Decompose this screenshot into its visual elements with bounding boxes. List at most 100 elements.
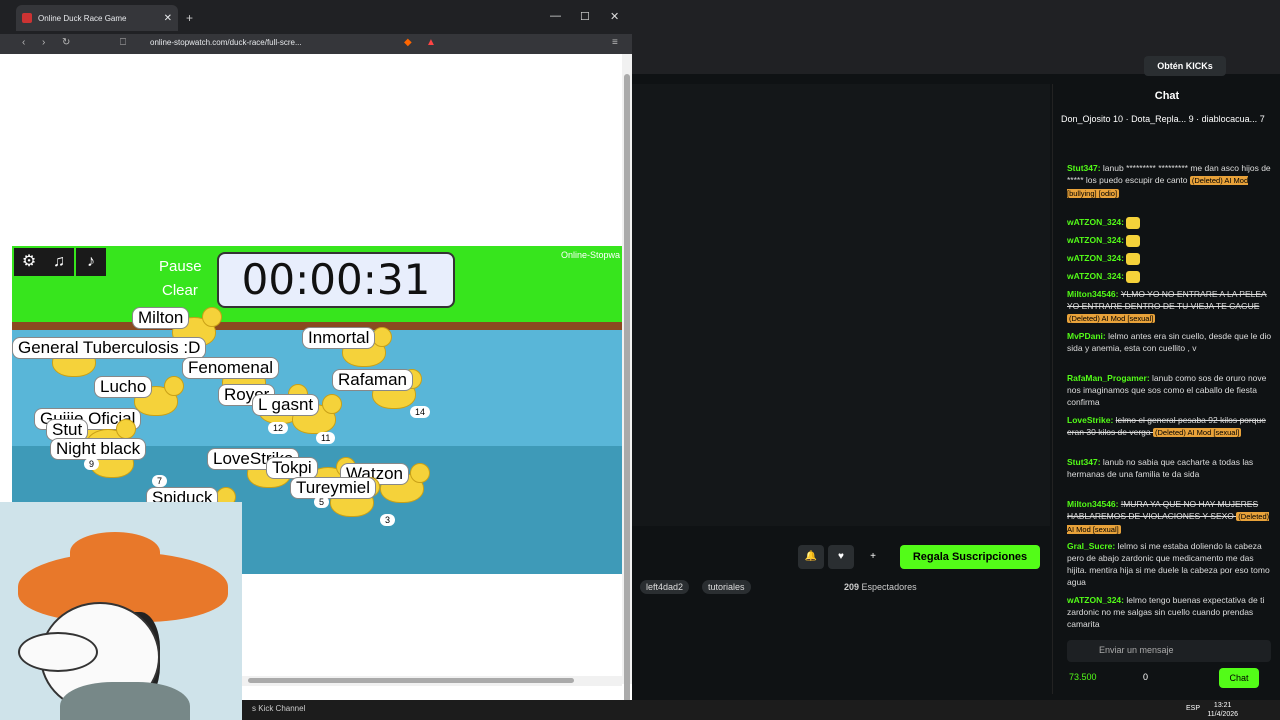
- cat-emote-icon: [1126, 216, 1141, 229]
- chat-username[interactable]: LoveStrike:: [1067, 415, 1116, 425]
- chat-username[interactable]: MvPDani:: [1067, 331, 1108, 341]
- chat-username[interactable]: wATZON_324:: [1067, 235, 1126, 245]
- racer-name: Milton: [132, 307, 190, 329]
- sound-icon[interactable]: ♪: [76, 248, 106, 276]
- close-window-icon[interactable]: ✕: [610, 10, 619, 23]
- chat-message: MvPDani: lelmo antes era sin cuello, des…: [1067, 330, 1273, 354]
- chat-username[interactable]: wATZON_324:: [1067, 271, 1126, 281]
- racer-name: General Tuberculosis :D: [12, 337, 207, 359]
- clock: 13:21 11/4/2026: [1207, 701, 1238, 719]
- chat-username[interactable]: Stut347:: [1067, 163, 1103, 173]
- duck-number: 11: [316, 432, 336, 444]
- rewards-icon[interactable]: ▲: [426, 37, 436, 48]
- viewer-label: Espectadores: [861, 582, 917, 592]
- pause-button[interactable]: Pause: [159, 258, 202, 275]
- h-scroll-thumb[interactable]: [248, 678, 574, 683]
- tag-tutoriales[interactable]: tutoriales: [702, 580, 751, 594]
- taskbar: s Kick Channel ESP 13:21 11/4/2026: [242, 700, 1280, 720]
- chat-message: Gral_Sucre: lelmo si me estaba doliendo …: [1067, 540, 1273, 588]
- tab-bar: Online Duck Race Game ✕ + — ☐ ✕: [0, 0, 632, 34]
- brand-label: Online-Stopwa: [560, 250, 620, 260]
- url-field[interactable]: online-stopwatch.com/duck-race/full-scre…: [150, 38, 302, 47]
- close-tab-icon[interactable]: ✕: [164, 13, 172, 24]
- vertical-scrollbar[interactable]: [622, 54, 632, 714]
- racer-name: Tokpi: [266, 457, 318, 479]
- nested-stream-view: [632, 84, 1050, 526]
- tag-left4dad2[interactable]: left4dad2: [640, 580, 690, 594]
- horizontal-scrollbar[interactable]: [242, 676, 622, 686]
- chat-message: wATZON_324:: [1067, 270, 1273, 283]
- settings-icon[interactable]: ⚙: [14, 248, 44, 276]
- chat-panel: Chat Don_Ojosito 10 · Dota_Repla... 9 · …: [1052, 84, 1280, 694]
- chat-username[interactable]: Gral_Sucre:: [1067, 541, 1118, 551]
- clock-time: 13:21: [1213, 702, 1232, 709]
- chat-send-button[interactable]: Chat: [1219, 668, 1259, 688]
- music-icon[interactable]: ♫: [44, 248, 74, 276]
- webcam-overlay: [0, 502, 242, 720]
- cat-emote-icon: [1126, 270, 1141, 283]
- chat-username[interactable]: wATZON_324:: [1067, 217, 1126, 227]
- bookmark-icon[interactable]: ⎕: [120, 37, 126, 48]
- new-tab-icon[interactable]: +: [186, 11, 193, 25]
- duck-head: [410, 463, 430, 483]
- racer-name: Night black: [50, 438, 147, 460]
- notify-icon[interactable]: 🔔: [798, 545, 824, 569]
- chat-message: Milton34546: !MURA YA QUE NO HAY MUJERES…: [1067, 498, 1273, 536]
- duck-head: [164, 376, 184, 396]
- chat-message: wATZON_324:: [1067, 216, 1273, 229]
- heart-icon[interactable]: ♥: [828, 545, 854, 569]
- race-timer: 00:00:31: [217, 252, 455, 308]
- chat-username[interactable]: Stut347:: [1067, 457, 1103, 467]
- minimize-icon[interactable]: —: [550, 10, 561, 22]
- duck-number: 9: [84, 458, 100, 470]
- duck-number: 7: [152, 475, 168, 487]
- duck-head: [322, 394, 342, 414]
- kicks-balance: 73.500: [1069, 672, 1097, 682]
- gifter-1: Don_Ojosito: [1061, 114, 1111, 124]
- points-count: 0: [1143, 672, 1149, 682]
- chat-message: wATZON_324: lelmo tengo buenas expectati…: [1067, 594, 1273, 630]
- maximize-icon[interactable]: ☐: [580, 10, 590, 23]
- cat-emote-icon: [1126, 234, 1141, 247]
- racer-name: Rafaman: [332, 369, 413, 391]
- plus-icon[interactable]: +: [860, 545, 886, 569]
- chat-title: Chat: [1154, 90, 1180, 102]
- chat-message: LoveStrike: lelmo el general pesaba 92 k…: [1067, 414, 1273, 439]
- scroll-thumb[interactable]: [624, 74, 630, 714]
- viewer-count: 209 Espectadores: [844, 582, 917, 592]
- chat-username[interactable]: wATZON_324:: [1067, 253, 1126, 263]
- kick-stream-panel: Obtén KICKs 🔔 ♥ + Regala Suscripciones 2…: [632, 0, 1280, 720]
- gifter-2: Dota_Repla...: [1131, 114, 1187, 124]
- favicon-icon: [22, 13, 32, 23]
- gifter-3: diablocacua...: [1201, 114, 1258, 124]
- chat-message: wATZON_324:: [1067, 234, 1273, 247]
- duck-head: [116, 419, 136, 439]
- viewer-number: 209: [844, 582, 860, 592]
- get-kicks-button[interactable]: Obtén KICKs: [1144, 56, 1226, 76]
- chat-message: wATZON_324:: [1067, 252, 1273, 265]
- back-icon[interactable]: ‹: [22, 37, 25, 48]
- gift-subs-button[interactable]: Regala Suscripciones: [900, 545, 1040, 569]
- language-indicator: ESP: [1185, 705, 1200, 712]
- clear-button[interactable]: Clear: [162, 282, 198, 299]
- duck-number: 14: [410, 406, 431, 418]
- duck-number: 5: [314, 496, 330, 508]
- forward-icon[interactable]: ›: [42, 37, 45, 48]
- brave-shield-icon[interactable]: ◆: [404, 37, 412, 48]
- racer-name: L gasnt: [252, 394, 320, 416]
- reload-icon[interactable]: ↻: [62, 37, 70, 48]
- chat-username[interactable]: wATZON_324:: [1067, 595, 1126, 605]
- mod-tag: (Deleted) AI Mod [sexual]: [1153, 428, 1242, 437]
- chat-username[interactable]: Milton34546:: [1067, 499, 1121, 509]
- tab-duck-race[interactable]: Online Duck Race Game ✕: [16, 5, 178, 31]
- racer-name: Lucho: [94, 376, 153, 398]
- mod-tag: (Deleted) AI Mod [sexual]: [1067, 314, 1156, 323]
- chat-username[interactable]: Milton34546:: [1067, 289, 1121, 299]
- dog-snout: [18, 632, 98, 672]
- menu-icon[interactable]: ≡: [612, 37, 618, 48]
- duck-number: 12: [268, 422, 289, 434]
- chat-input[interactable]: Enviar un mensaje: [1067, 640, 1271, 662]
- chat-message: Stut347: lanub ********* ********* me da…: [1067, 162, 1273, 200]
- chat-message: Milton34546: YLMO YO NO ENTRARE A LA PEL…: [1067, 288, 1273, 325]
- chat-username[interactable]: RafaMan_Progamer:: [1067, 373, 1152, 383]
